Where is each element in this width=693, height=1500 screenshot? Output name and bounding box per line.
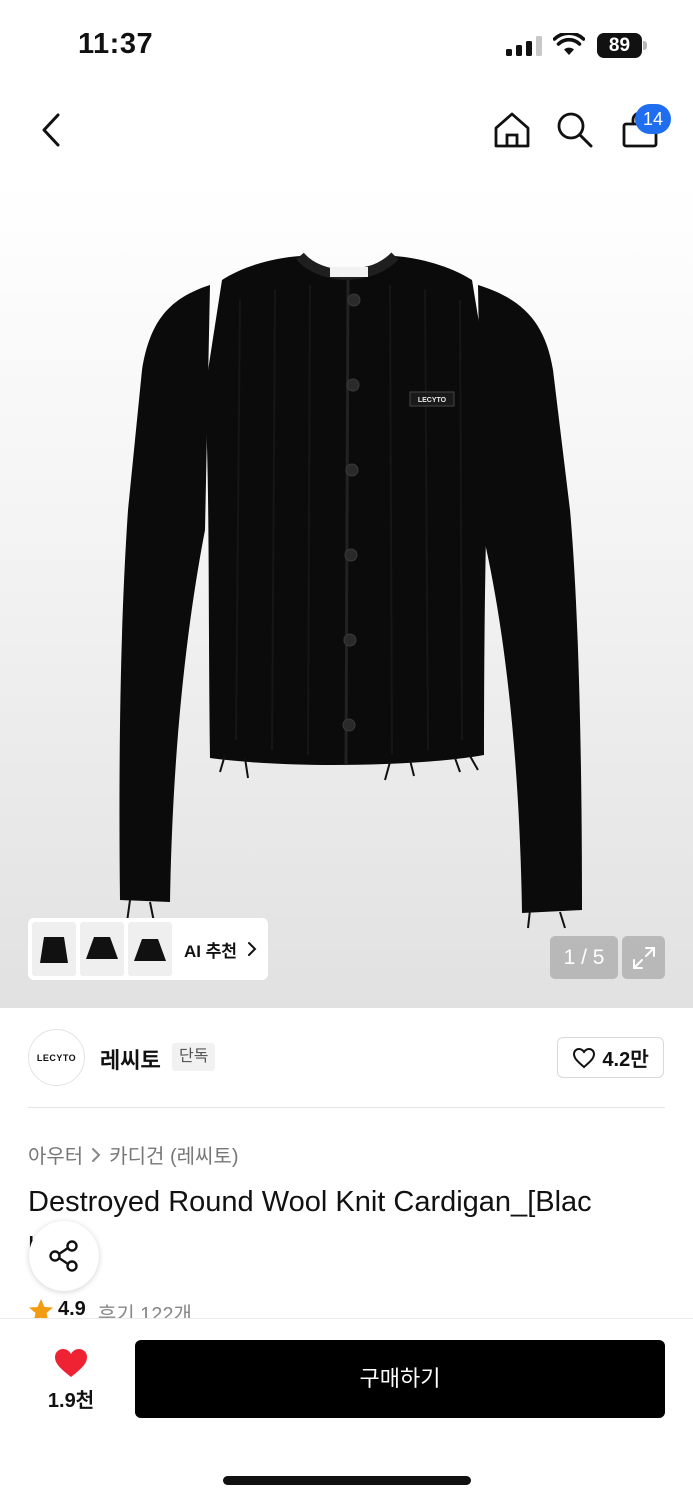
brand-like-count: 4.2만 <box>602 1049 649 1071</box>
wish-count: 1.9천 <box>47 1390 95 1412</box>
chevron-right-icon <box>248 942 257 956</box>
heart-filled-icon <box>55 1349 87 1377</box>
heart-outline-icon <box>573 1047 596 1068</box>
breadcrumb-subcategory[interactable]: 카디건 (레씨토) <box>109 1140 238 1169</box>
product-image-gallery[interactable]: LECYTO <box>0 180 693 1008</box>
back-icon <box>42 113 60 147</box>
wifi-icon <box>553 33 585 55</box>
brand-logo[interactable]: LECYTO <box>28 1029 85 1086</box>
buy-button[interactable]: 구매하기 <box>135 1340 665 1418</box>
ai-recommend-panel[interactable]: AI 추천 <box>28 918 268 980</box>
chevron-right-icon <box>92 1147 101 1162</box>
battery-icon: 89 <box>597 33 647 58</box>
ai-thumb-3[interactable] <box>128 922 172 976</box>
expand-button[interactable] <box>622 936 665 979</box>
share-button[interactable] <box>29 1221 99 1291</box>
product-label-text: LECYTO <box>418 397 447 404</box>
wishlist-button[interactable]: 1.9천 <box>28 1344 114 1416</box>
battery-level: 89 <box>597 33 642 58</box>
ai-thumb-3-image <box>134 939 166 961</box>
product-title: Destroyed Round Wool Knit Cardigan_[Blac <box>28 1186 592 1218</box>
status-bar: 11:37 89 <box>0 0 693 90</box>
ai-thumb-2[interactable] <box>80 922 124 976</box>
divider <box>28 1107 665 1108</box>
ai-thumb-1[interactable] <box>32 922 76 976</box>
breadcrumb-category[interactable]: 아우터 <box>28 1140 83 1169</box>
status-time: 11:37 <box>78 28 154 60</box>
signal-icon <box>506 36 542 56</box>
ai-recommend-label[interactable]: AI 추천 <box>184 937 237 962</box>
cart-count-badge: 14 <box>635 104 671 134</box>
brand-name[interactable]: 레씨토 <box>100 1043 161 1075</box>
home-icon <box>494 112 530 148</box>
image-page-indicator: 1 / 5 <box>550 936 618 979</box>
back-button[interactable] <box>28 105 74 155</box>
product-photo: LECYTO <box>119 252 582 929</box>
home-button[interactable] <box>489 105 535 155</box>
ai-thumb-2-image <box>86 937 118 959</box>
share-icon <box>49 1240 78 1272</box>
ai-thumb-1-image <box>40 937 68 963</box>
home-indicator <box>223 1476 471 1485</box>
breadcrumb: 아우터 카디건 (레씨토) <box>28 1140 238 1169</box>
expand-icon <box>632 946 655 969</box>
search-icon <box>557 112 593 148</box>
exclusive-badge: 단독 <box>172 1043 216 1071</box>
brand-like-button[interactable]: 4.2만 <box>557 1037 664 1078</box>
search-button[interactable] <box>552 105 598 155</box>
